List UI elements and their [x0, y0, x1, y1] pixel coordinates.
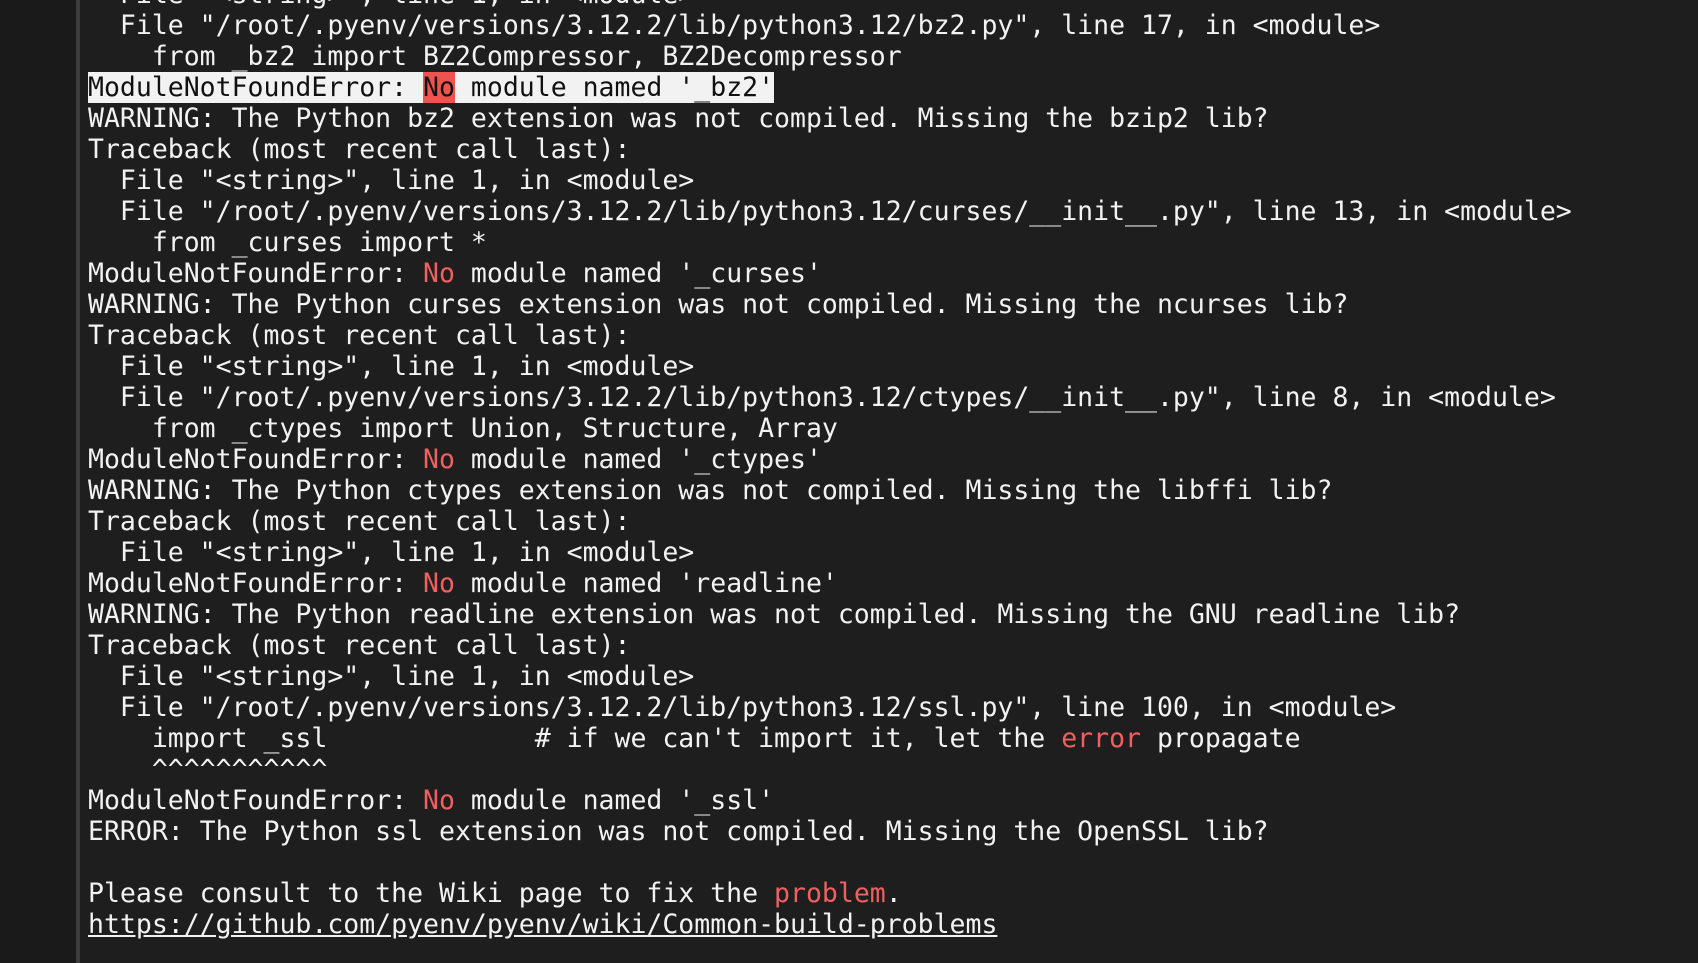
gutter-divider — [76, 0, 80, 963]
terminal-line: File "/root/.pyenv/versions/3.12.2/lib/p… — [88, 196, 1572, 227]
selected-terminal-line: ModuleNotFoundError: No module named '_b… — [88, 72, 1688, 103]
terminal-line: ERROR: The Python ssl extension was not … — [88, 816, 1269, 847]
terminal-line: WARNING: The Python bz2 extension was no… — [88, 103, 1269, 134]
line-text: module named '_ctypes' — [454, 444, 822, 475]
highlighted-keyword: No — [423, 72, 455, 103]
terminal-line: ModuleNotFoundError: No module named '_s… — [88, 785, 1688, 816]
terminal-line: File "/root/.pyenv/versions/3.12.2/lib/p… — [88, 382, 1556, 413]
line-text: module named '_bz2' — [454, 72, 775, 103]
terminal-gutter — [0, 0, 78, 963]
wiki-link[interactable]: https://github.com/pyenv/pyenv/wiki/Comm… — [88, 909, 997, 940]
highlighted-keyword: No — [423, 785, 455, 816]
terminal-line: File "<string>", line 1, in <module> — [88, 661, 695, 692]
terminal-line: Please consult to the Wiki page to fix t… — [88, 878, 1688, 909]
terminal-line: ModuleNotFoundError: No module named '_c… — [88, 258, 1688, 289]
highlighted-keyword: No — [423, 444, 455, 475]
error-type-label: ModuleNotFoundError: — [88, 258, 424, 289]
terminal-line: WARNING: The Python curses extension was… — [88, 289, 1349, 320]
terminal-line: ModuleNotFoundError: No module named '_c… — [88, 444, 1688, 475]
line-text: module named '_ssl' — [454, 785, 775, 816]
terminal-line: File "<string>", line 1, in <module> — [88, 165, 695, 196]
error-type-label: ModuleNotFoundError: — [88, 444, 424, 475]
line-text: propagate — [1141, 723, 1301, 754]
highlighted-keyword: problem — [774, 878, 886, 909]
terminal-line: ModuleNotFoundError: No module named 're… — [88, 568, 1688, 599]
line-text: Please consult to the Wiki page to fix t… — [88, 878, 775, 909]
error-type-label: ModuleNotFoundError: — [88, 568, 424, 599]
highlighted-keyword: No — [423, 568, 455, 599]
line-text: . — [885, 878, 902, 909]
terminal-line: Traceback (most recent call last): — [88, 630, 631, 661]
terminal-line: File "<string>", line 1, in <module> — [88, 351, 695, 382]
terminal-line: https://github.com/pyenv/pyenv/wiki/Comm… — [88, 909, 1688, 940]
terminal-line: from _curses import * — [88, 227, 487, 258]
terminal-line: import _ssl # if we can't import it, let… — [88, 723, 1688, 754]
terminal-line: WARNING: The Python readline extension w… — [88, 599, 1461, 630]
terminal-line: Traceback (most recent call last): — [88, 134, 631, 165]
line-text: module named '_curses' — [454, 258, 822, 289]
terminal-line: Traceback (most recent call last): — [88, 320, 631, 351]
line-text: import _ssl # if we can't import it, let… — [88, 723, 1062, 754]
terminal-line: Traceback (most recent call last): — [88, 506, 631, 537]
terminal-line: File "<string>", line 1, in <module> — [88, 537, 695, 568]
terminal-line: WARNING: The Python ctypes extension was… — [88, 475, 1333, 506]
terminal-line: File "/root/.pyenv/versions/3.12.2/lib/p… — [88, 10, 1381, 41]
terminal-line: from _bz2 import BZ2Compressor, BZ2Decom… — [88, 41, 902, 72]
line-text: module named 'readline' — [454, 568, 838, 599]
highlighted-keyword: No — [423, 258, 455, 289]
terminal-output[interactable]: File "<string>", line 1, in <module> Fil… — [88, 0, 1688, 940]
terminal-line: File "/root/.pyenv/versions/3.12.2/lib/p… — [88, 692, 1397, 723]
terminal-line: ^^^^^^^^^^^ — [88, 754, 328, 785]
error-type-label: ModuleNotFoundError: — [88, 72, 424, 103]
terminal-line: from _ctypes import Union, Structure, Ar… — [88, 413, 838, 444]
highlighted-keyword: error — [1061, 723, 1141, 754]
terminal-line: File "<string>", line 1, in <module> — [88, 0, 1688, 10]
error-type-label: ModuleNotFoundError: — [88, 785, 424, 816]
